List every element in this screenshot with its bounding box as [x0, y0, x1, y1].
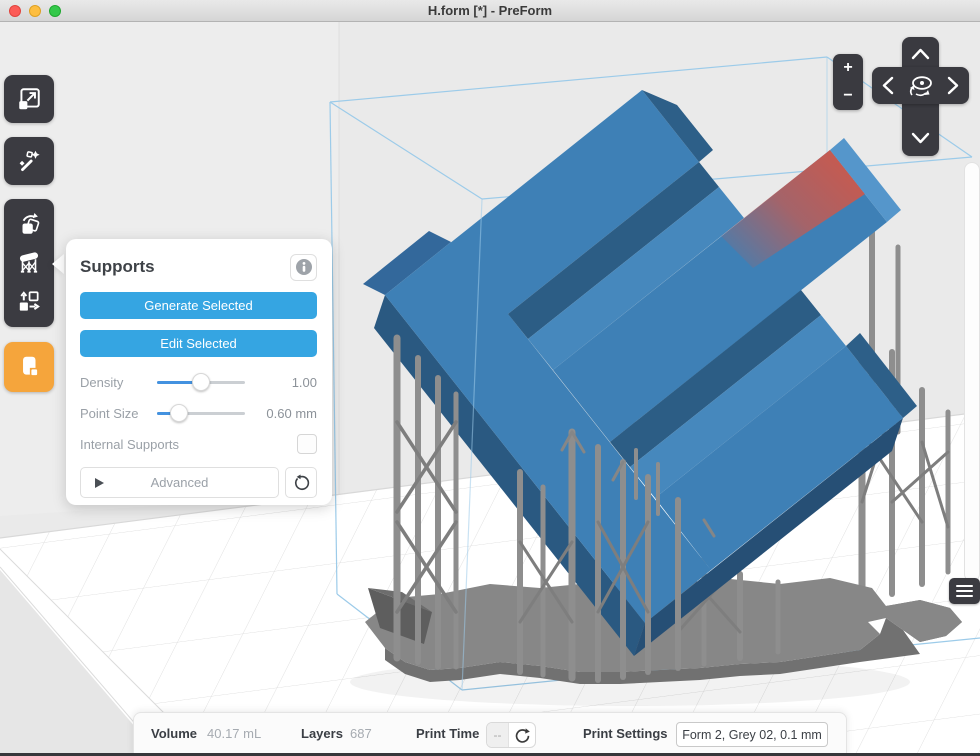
orbit-view-button[interactable]: [905, 81, 935, 111]
viewport-area: Supports Generate Selected Edit Selected…: [0, 22, 980, 756]
point-size-slider-knob[interactable]: [170, 404, 188, 422]
edit-selected-button[interactable]: Edit Selected: [80, 330, 317, 357]
close-window-button[interactable]: [9, 5, 21, 17]
density-slider-knob[interactable]: [192, 373, 210, 391]
view-navigation-pad: [872, 37, 969, 156]
rotate-down-button[interactable]: [905, 126, 935, 156]
reset-defaults-button[interactable]: [285, 467, 317, 498]
supports-panel: Supports Generate Selected Edit Selected…: [66, 239, 332, 505]
layers-label: Layers: [301, 713, 343, 754]
print-settings-label: Print Settings: [583, 713, 668, 754]
density-slider[interactable]: [157, 373, 245, 391]
sidebar-item-scale[interactable]: [4, 75, 54, 123]
zoom-out-button[interactable]: −: [833, 82, 863, 110]
window-titlebar: H.form [*] - PreForm: [0, 0, 980, 22]
sidebar-item-one-click-print[interactable]: [4, 137, 54, 185]
generate-selected-button[interactable]: Generate Selected: [80, 292, 317, 319]
print-settings-selector[interactable]: Form 2, Grey 02, 0.1 mm: [676, 722, 828, 747]
tool-sidebar: [4, 75, 54, 392]
panel-title: Supports: [80, 257, 155, 277]
slicer-menu-button[interactable]: [949, 578, 980, 604]
density-label: Density: [80, 375, 155, 390]
point-size-label: Point Size: [80, 406, 155, 421]
print-time-value: --: [487, 723, 509, 747]
scale-icon: [16, 86, 42, 112]
reset-icon: [292, 474, 310, 492]
refresh-icon: [514, 727, 531, 744]
sidebar-item-supports[interactable]: [4, 244, 54, 282]
point-size-slider[interactable]: [157, 404, 245, 422]
supports-icon: [16, 250, 42, 276]
zoom-in-button[interactable]: +: [833, 54, 863, 82]
info-icon: [295, 258, 313, 276]
volume-label: Volume: [151, 713, 197, 754]
internal-supports-label: Internal Supports: [80, 437, 179, 452]
window-title: H.form [*] - PreForm: [428, 3, 552, 18]
expand-triangle-icon: [95, 478, 104, 488]
print-time-control: --: [486, 722, 536, 748]
rotate-left-button[interactable]: [872, 70, 902, 100]
rotate-icon: [16, 211, 42, 237]
advanced-label: Advanced: [151, 475, 209, 490]
info-button[interactable]: [290, 254, 317, 281]
layer-slider-track[interactable]: [964, 162, 980, 582]
panel-pointer-arrow: [52, 254, 64, 274]
internal-supports-checkbox[interactable]: [297, 434, 317, 454]
rotate-up-button[interactable]: [905, 37, 935, 67]
layers-value: 687: [350, 713, 372, 754]
print-status-bar: Volume 40.17 mL Layers 687 Print Time --…: [133, 712, 847, 756]
rotate-right-button[interactable]: [939, 70, 969, 100]
traffic-lights: [9, 5, 61, 17]
zoom-window-button[interactable]: [49, 5, 61, 17]
hamburger-icon: [956, 585, 973, 587]
refresh-print-time-button[interactable]: [509, 723, 535, 747]
cartridge-icon: [16, 354, 42, 380]
point-size-value: 0.60 mm: [266, 406, 317, 421]
minimize-window-button[interactable]: [29, 5, 41, 17]
print-time-label: Print Time: [416, 713, 479, 754]
density-value: 1.00: [292, 375, 317, 390]
sidebar-item-orientation[interactable]: [4, 205, 54, 243]
advanced-button[interactable]: Advanced: [80, 467, 279, 498]
magic-wand-icon: [16, 148, 42, 174]
print-button[interactable]: [4, 342, 54, 392]
volume-value: 40.17 mL: [207, 713, 261, 754]
tool-group: [4, 199, 54, 327]
sidebar-item-layout[interactable]: [4, 283, 54, 321]
zoom-control: + −: [833, 54, 863, 110]
layout-icon: [16, 289, 42, 315]
